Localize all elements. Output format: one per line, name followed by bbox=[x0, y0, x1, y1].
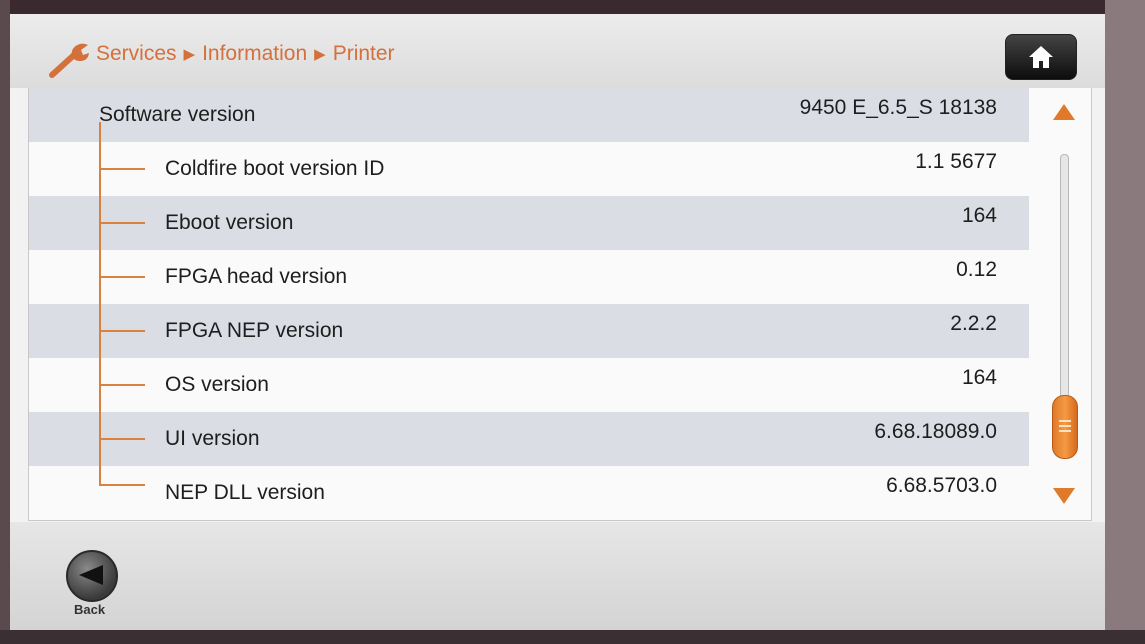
row-label: Eboot version bbox=[165, 211, 294, 234]
list-row-fpga-head[interactable]: FPGA head version 0.12 bbox=[29, 250, 1029, 304]
tree-branch bbox=[99, 484, 145, 486]
home-icon bbox=[1029, 46, 1053, 68]
row-label: Software version bbox=[99, 103, 256, 126]
info-list: Software version 9450 E_6.5_S 18138 Cold… bbox=[28, 88, 1092, 521]
tree-branch bbox=[99, 168, 145, 170]
header: Services ▶ Information ▶ Printer bbox=[10, 14, 1105, 88]
tree-branch bbox=[99, 222, 145, 224]
scrollbar-thumb[interactable] bbox=[1052, 395, 1078, 459]
tree-connector bbox=[99, 122, 101, 484]
row-value: 2.2.2 bbox=[950, 312, 997, 335]
grip-line bbox=[1059, 420, 1071, 422]
back-button[interactable] bbox=[66, 550, 118, 602]
tree-branch bbox=[99, 330, 145, 332]
row-value: 9450 E_6.5_S 18138 bbox=[799, 96, 997, 119]
row-value: 0.12 bbox=[956, 258, 997, 281]
row-label: UI version bbox=[165, 427, 260, 450]
list-row-coldfire-boot[interactable]: Coldfire boot version ID 1.1 5677 bbox=[29, 142, 1029, 196]
row-value: 164 bbox=[961, 366, 997, 389]
row-label: FPGA NEP version bbox=[165, 319, 344, 342]
back-label: Back bbox=[74, 602, 106, 617]
row-label: Coldfire boot version ID bbox=[165, 157, 385, 180]
grip-line bbox=[1059, 425, 1071, 427]
tree-branch bbox=[99, 384, 145, 386]
row-label: FPGA head version bbox=[165, 265, 348, 288]
scrollbar-track[interactable] bbox=[1060, 154, 1069, 416]
back-arrow-icon bbox=[79, 565, 103, 585]
screen: Services ▶ Information ▶ Printer Software ve… bbox=[10, 14, 1105, 630]
row-value: 164 bbox=[961, 204, 997, 227]
breadcrumb-separator: ▶ bbox=[314, 46, 326, 63]
bezel-left bbox=[0, 0, 10, 644]
home-button[interactable] bbox=[1005, 34, 1077, 80]
breadcrumb-information[interactable]: Information bbox=[202, 42, 307, 65]
arrow-up-icon[interactable] bbox=[1051, 102, 1077, 122]
tree-branch bbox=[99, 438, 145, 440]
bezel-right bbox=[1105, 0, 1145, 644]
wrench-icon bbox=[49, 43, 89, 78]
footer: Back bbox=[10, 522, 1105, 630]
breadcrumb-services[interactable]: Services bbox=[96, 42, 177, 65]
arrow-down-icon[interactable] bbox=[1051, 486, 1077, 506]
row-value: 1.1 5677 bbox=[915, 150, 997, 173]
breadcrumb-separator: ▶ bbox=[183, 46, 196, 63]
row-value: 6.68.5703.0 bbox=[886, 474, 997, 497]
list-row-ui[interactable]: UI version 6.68.18089.0 bbox=[29, 412, 1029, 466]
bezel-top bbox=[0, 0, 1145, 14]
breadcrumb: Services ▶ Information ▶ Printer bbox=[96, 42, 395, 66]
list-row-software-version[interactable]: Software version 9450 E_6.5_S 18138 bbox=[29, 88, 1029, 142]
list-row-fpga-nep[interactable]: FPGA NEP version 2.2.2 bbox=[29, 304, 1029, 358]
grip-line bbox=[1059, 430, 1071, 432]
row-label: NEP DLL version bbox=[165, 481, 325, 504]
row-value: 6.68.18089.0 bbox=[874, 420, 997, 443]
bezel-bottom bbox=[0, 630, 1145, 644]
breadcrumb-printer: Printer bbox=[332, 42, 395, 65]
list-row-nep-dll[interactable]: NEP DLL version 6.68.5703.0 bbox=[29, 466, 1029, 520]
tree-branch bbox=[99, 276, 145, 278]
list-row-os[interactable]: OS version 164 bbox=[29, 358, 1029, 412]
list-row-eboot[interactable]: Eboot version 164 bbox=[29, 196, 1029, 250]
row-label: OS version bbox=[165, 373, 269, 396]
